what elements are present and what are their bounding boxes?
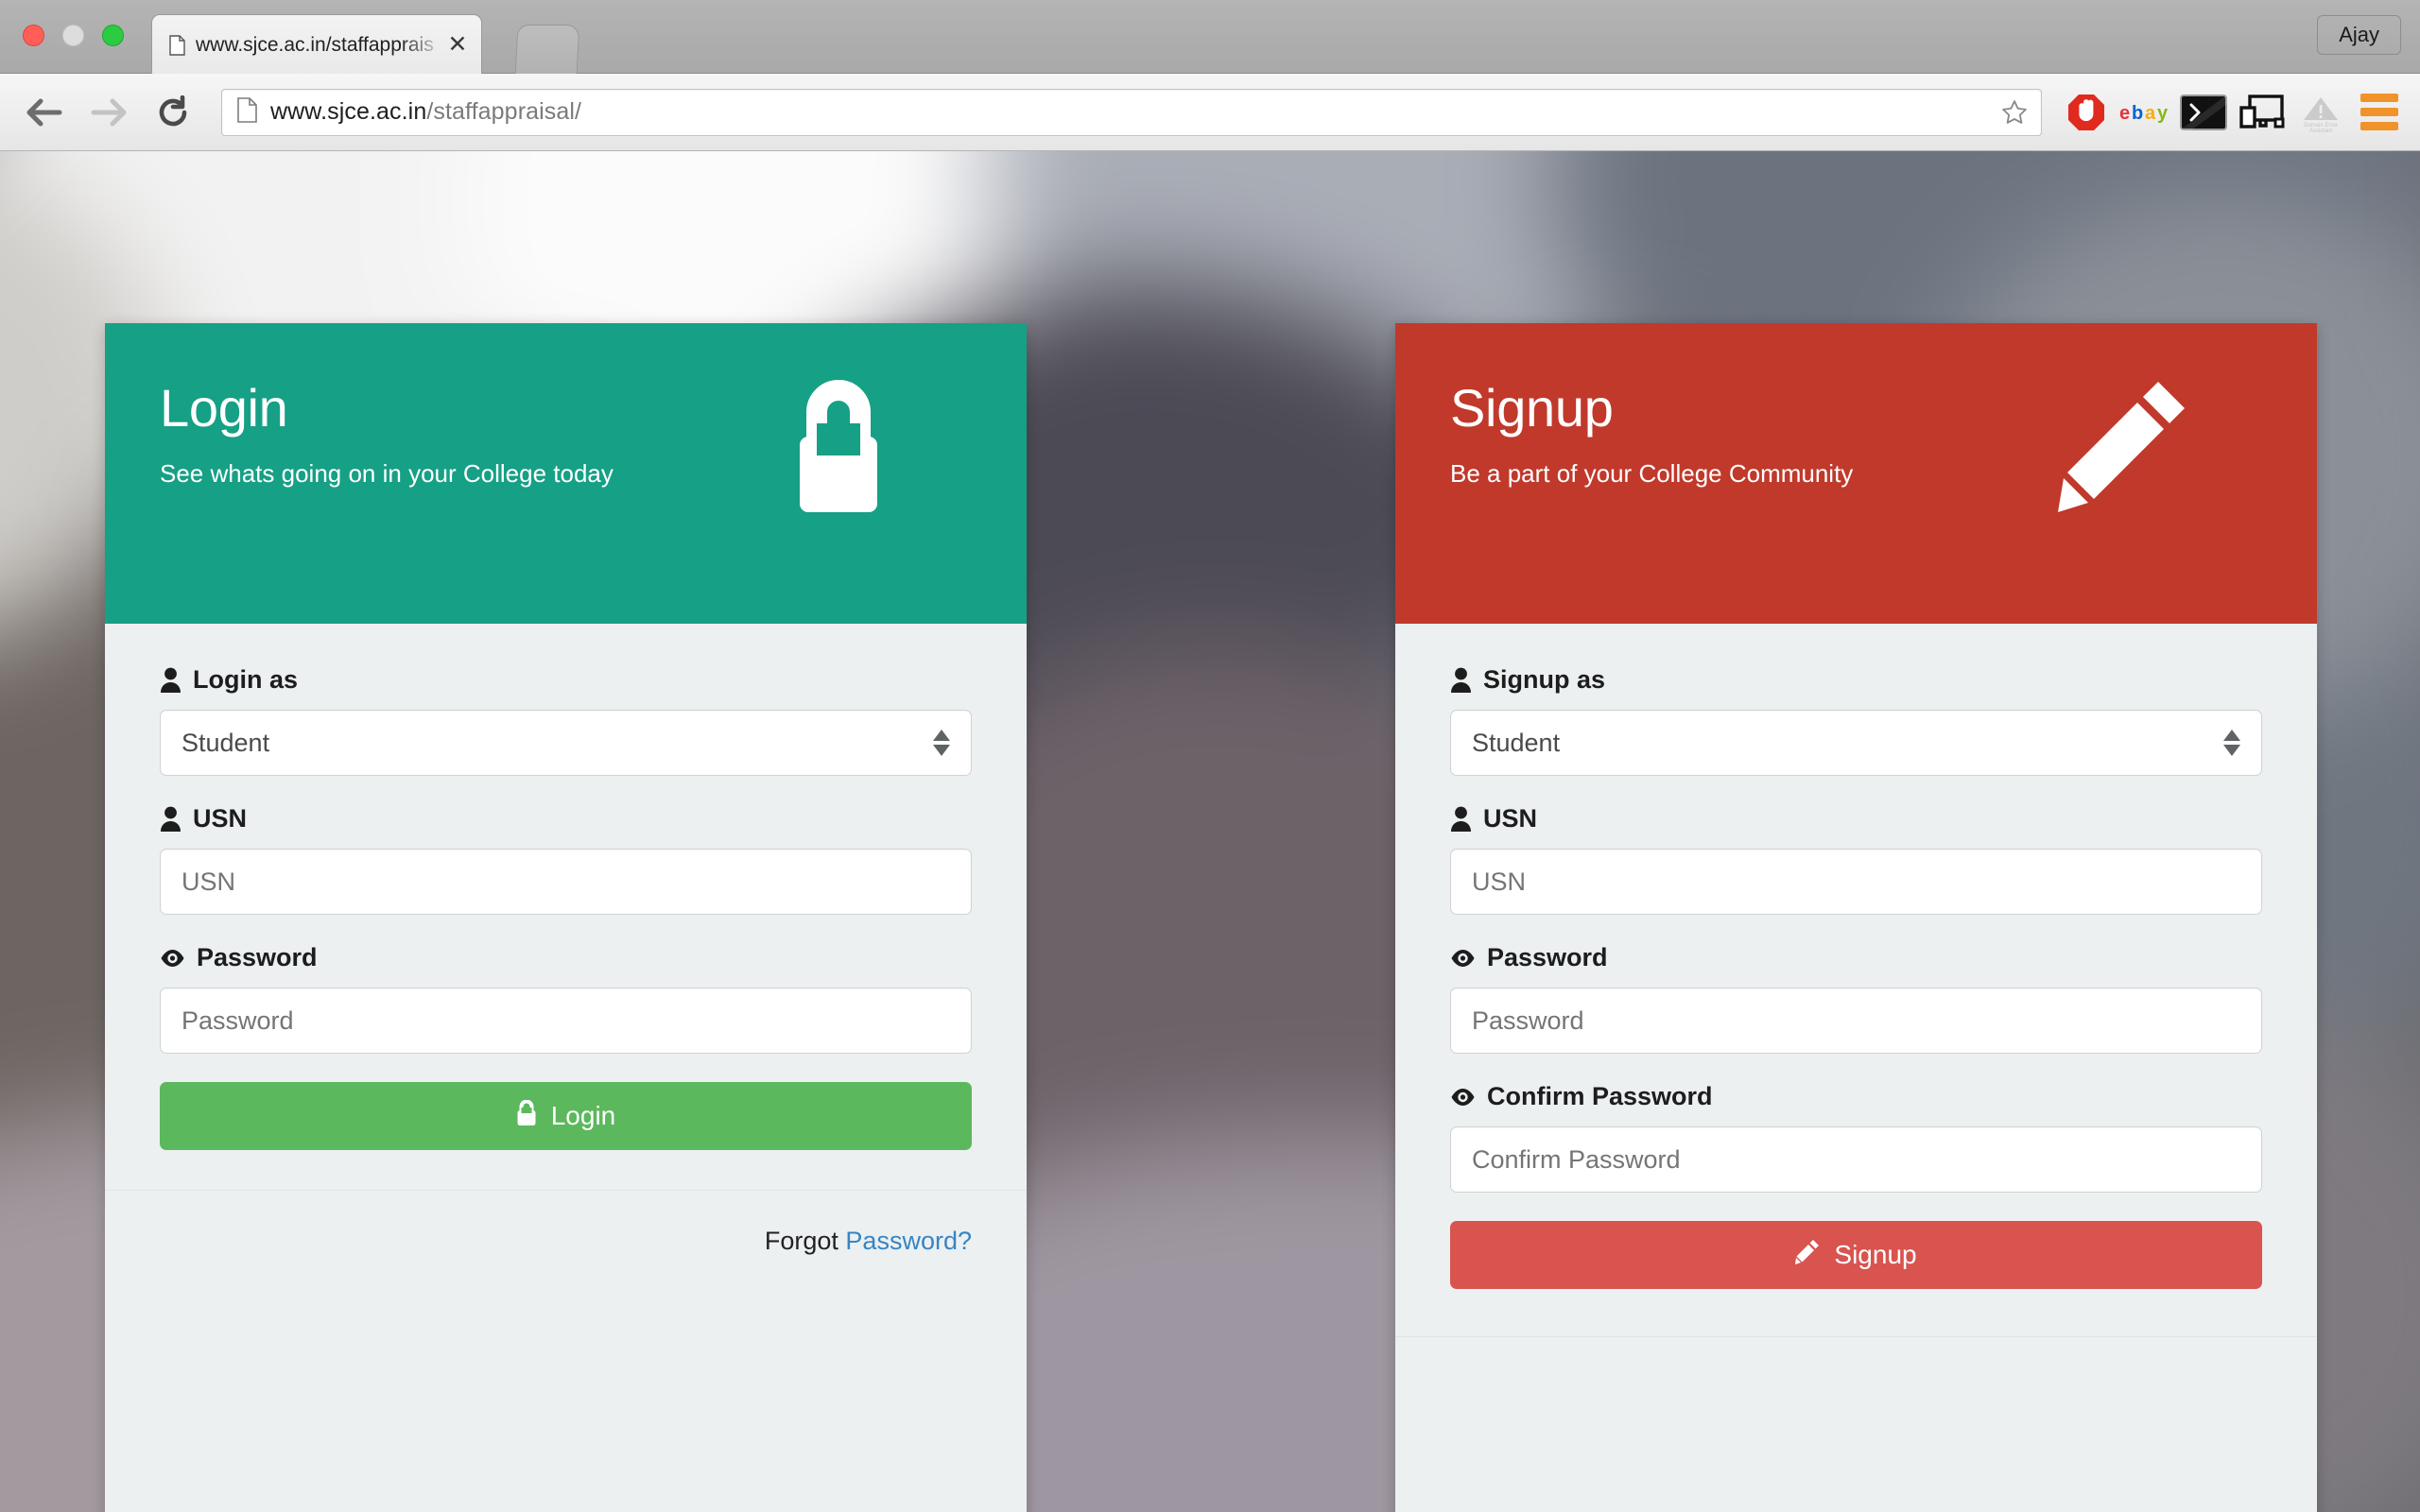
signup-usn-input[interactable] bbox=[1450, 849, 2262, 915]
svg-text:a: a bbox=[2145, 103, 2156, 124]
user-icon bbox=[1450, 667, 1472, 694]
signup-form: Signup as Student USN Pa bbox=[1395, 624, 2317, 1289]
url-domain: www.sjce.ac.in bbox=[270, 98, 427, 125]
forgot-prefix: Forgot bbox=[764, 1227, 846, 1255]
bookmark-star-icon[interactable] bbox=[1997, 95, 2031, 129]
login-password-input[interactable] bbox=[160, 988, 972, 1054]
chevron-updown-icon bbox=[933, 730, 950, 756]
address-bar[interactable]: www.sjce.ac.in/staffappraisal/ bbox=[221, 88, 2042, 136]
address-bar-url: www.sjce.ac.in/staffappraisal/ bbox=[270, 98, 1997, 126]
login-password-label-text: Password bbox=[197, 943, 318, 971]
minimize-window-button[interactable] bbox=[62, 25, 84, 46]
signup-password-label: Password bbox=[1450, 943, 2262, 972]
login-role-select[interactable]: Student bbox=[160, 710, 972, 776]
pencil-icon bbox=[2056, 378, 2188, 521]
eye-icon bbox=[1450, 1088, 1476, 1107]
signup-role-value: Student bbox=[1472, 728, 1561, 757]
extension-toolbar: ebay Domain Error Assistant bbox=[2057, 85, 2420, 140]
login-submit-label: Login bbox=[550, 1101, 616, 1130]
lock-icon bbox=[779, 378, 898, 521]
hamburger-menu-icon[interactable] bbox=[2350, 85, 2409, 140]
login-password-label: Password bbox=[160, 943, 972, 972]
login-usn-label: USN bbox=[160, 804, 972, 833]
screencast-icon[interactable] bbox=[2233, 85, 2291, 140]
login-submit-button[interactable]: Login bbox=[160, 1082, 972, 1150]
page-icon bbox=[237, 96, 257, 128]
login-role-value: Student bbox=[182, 728, 270, 757]
page-viewport: Login See whats going on in your College… bbox=[0, 151, 2420, 1512]
signup-usn-label-text: USN bbox=[1483, 804, 1538, 833]
signup-card-header: Signup Be a part of your College Communi… bbox=[1395, 323, 2317, 624]
svg-text:Assistant: Assistant bbox=[2309, 129, 2333, 133]
signup-submit-label: Signup bbox=[1834, 1240, 1917, 1269]
window-traffic-lights bbox=[23, 25, 124, 46]
browser-toolbar: www.sjce.ac.in/staffappraisal/ ebay Doma… bbox=[0, 74, 2420, 151]
close-icon[interactable]: ✕ bbox=[445, 33, 470, 58]
login-form: Login as Student USN Pas bbox=[105, 624, 1027, 1150]
signup-confirm-password-input[interactable] bbox=[1450, 1126, 2262, 1193]
signup-role-label: Signup as bbox=[1450, 665, 2262, 695]
signup-password-input[interactable] bbox=[1450, 988, 2262, 1054]
signup-role-label-text: Signup as bbox=[1483, 665, 1606, 694]
browser-tab[interactable]: www.sjce.ac.in/staffapprais ✕ bbox=[151, 14, 482, 75]
login-role-label-text: Login as bbox=[193, 665, 299, 694]
url-path: /staffappraisal/ bbox=[426, 98, 582, 125]
tab-title: www.sjce.ac.in/staffapprais bbox=[196, 33, 434, 56]
adblock-icon[interactable] bbox=[2057, 85, 2116, 140]
close-window-button[interactable] bbox=[23, 25, 44, 46]
signup-usn-label: USN bbox=[1450, 804, 2262, 833]
login-card-footer: Forgot Password? bbox=[105, 1190, 1027, 1256]
user-icon bbox=[1450, 806, 1472, 833]
signup-confirm-password-label: Confirm Password bbox=[1450, 1082, 2262, 1111]
login-role-label: Login as bbox=[160, 665, 972, 695]
back-icon[interactable] bbox=[17, 85, 72, 140]
terminal-icon[interactable] bbox=[2174, 85, 2233, 140]
chevron-updown-icon bbox=[2223, 730, 2240, 756]
signup-password-label-text: Password bbox=[1487, 943, 1608, 971]
reload-icon[interactable] bbox=[146, 85, 200, 140]
signup-role-select[interactable]: Student bbox=[1450, 710, 2262, 776]
lock-icon bbox=[516, 1099, 537, 1133]
svg-text:b: b bbox=[2132, 103, 2143, 124]
login-usn-input[interactable] bbox=[160, 849, 972, 915]
signup-submit-button[interactable]: Signup bbox=[1450, 1221, 2262, 1289]
user-icon bbox=[160, 806, 182, 833]
signup-card-footer bbox=[1395, 1336, 2317, 1431]
title-bar: www.sjce.ac.in/staffapprais ✕ Ajay bbox=[0, 0, 2420, 75]
svg-text:y: y bbox=[2157, 103, 2169, 124]
pencil-icon bbox=[1795, 1239, 1820, 1272]
svg-text:e: e bbox=[2119, 103, 2130, 124]
page-icon bbox=[169, 34, 185, 56]
ebay-icon[interactable]: ebay bbox=[2116, 85, 2174, 140]
login-usn-label-text: USN bbox=[193, 804, 248, 833]
eye-icon bbox=[1450, 949, 1476, 968]
maximize-window-button[interactable] bbox=[102, 25, 124, 46]
login-card-header: Login See whats going on in your College… bbox=[105, 323, 1027, 624]
signup-card: Signup Be a part of your College Communi… bbox=[1395, 323, 2317, 1512]
browser-window: www.sjce.ac.in/staffapprais ✕ Ajay www.s… bbox=[0, 0, 2420, 1512]
profile-button[interactable]: Ajay bbox=[2317, 15, 2401, 55]
forgot-password-link[interactable]: Password? bbox=[845, 1227, 972, 1255]
user-icon bbox=[160, 667, 182, 694]
eye-icon bbox=[160, 949, 185, 968]
domain-error-assistant-icon[interactable]: Domain Error Assistant bbox=[2291, 85, 2350, 140]
login-card: Login See whats going on in your College… bbox=[105, 323, 1027, 1512]
forward-icon[interactable] bbox=[81, 85, 136, 140]
signup-confirm-password-label-text: Confirm Password bbox=[1487, 1082, 1713, 1110]
new-tab-button[interactable] bbox=[514, 25, 580, 74]
